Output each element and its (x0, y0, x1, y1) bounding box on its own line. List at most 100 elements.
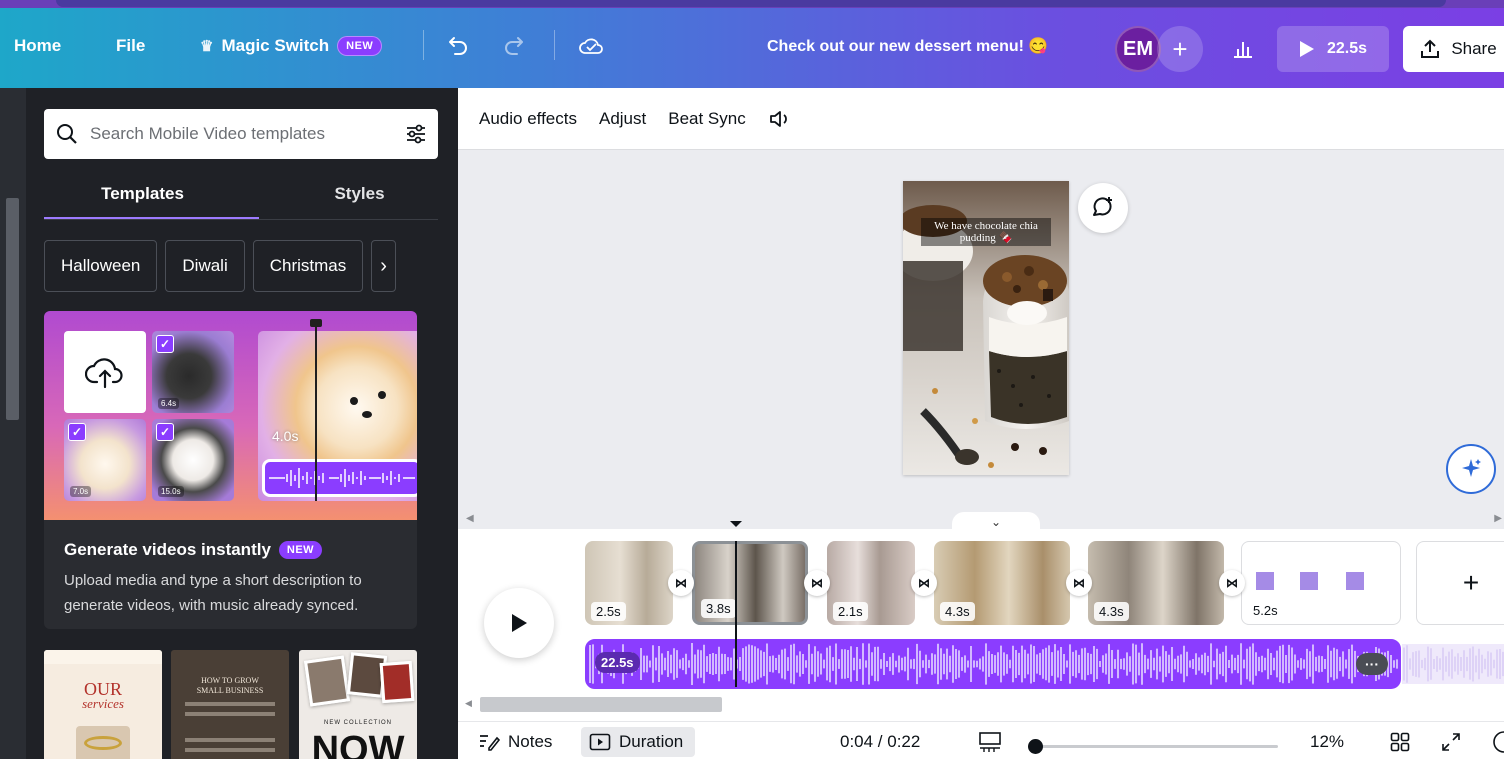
add-collaborator-button[interactable]: + (1157, 26, 1203, 72)
slide-caption[interactable]: We have chocolate chia pudding 🍫 (921, 218, 1051, 246)
audio-waveform (589, 643, 1398, 685)
timeline-clip-selected[interactable]: 3.8s (692, 541, 808, 625)
timeline-clip[interactable]: 4.3s (934, 541, 1070, 625)
fullscreen-icon[interactable] (1440, 727, 1462, 757)
sparkle-icon (1462, 459, 1481, 477)
category-chips: Halloween Diwali Christmas › (44, 240, 396, 292)
scroll-left-arrow[interactable]: ◀ (465, 698, 472, 709)
timeline-scrollbar-thumb[interactable] (480, 697, 722, 712)
clip-time: 6.4s (158, 398, 180, 409)
clip-duration: 5.2s (1248, 601, 1283, 620)
upload-tile (64, 331, 146, 413)
transition-icon[interactable]: ⋈ (1219, 570, 1245, 596)
transition-icon[interactable]: ⋈ (911, 570, 937, 596)
template-heading: HOW TO GROW (201, 676, 259, 685)
play-duration: 22.5s (1326, 40, 1368, 57)
zoom-slider-track[interactable] (1036, 745, 1278, 748)
home-button[interactable]: Home (14, 32, 61, 60)
duration-label: Duration (619, 732, 684, 751)
timeline-play-button[interactable] (484, 588, 554, 658)
zoom-level[interactable]: 12% (1310, 727, 1344, 757)
timeline-clip[interactable]: 2.1s (827, 541, 915, 625)
notes-button[interactable]: Notes (478, 727, 552, 757)
search-icon (57, 124, 77, 144)
search-box[interactable] (44, 109, 438, 159)
audio-track-tail (1402, 644, 1504, 684)
adjust-button[interactable]: Adjust (599, 109, 646, 129)
chip-halloween[interactable]: Halloween (44, 240, 158, 292)
magic-assistant-button[interactable] (1446, 444, 1496, 494)
chip-diwali[interactable]: Diwali (165, 240, 245, 292)
beat-sync-button[interactable]: Beat Sync (668, 109, 746, 129)
help-icon[interactable] (1488, 727, 1504, 757)
template-subheading: NOW (311, 729, 405, 759)
magic-switch-label: Magic Switch (221, 36, 330, 55)
timeline-clip[interactable]: 4.3s (1088, 541, 1224, 625)
more-options-icon[interactable]: ··· (1356, 653, 1388, 675)
promo-description: Upload media and type a short descriptio… (64, 572, 362, 614)
duration-button[interactable]: Duration (581, 727, 696, 757)
scroll-left-arrow[interactable]: ◀ (466, 513, 474, 524)
chevron-right-icon[interactable]: › (371, 240, 396, 292)
templates-panel: Templates Styles Halloween Diwali Christ… (26, 88, 458, 759)
playhead-marker[interactable] (730, 521, 742, 527)
search-input[interactable] (90, 124, 392, 144)
cloud-upload-icon (85, 358, 123, 389)
top-rim (0, 0, 1504, 8)
chip-christmas[interactable]: Christmas (252, 240, 364, 292)
page-view-icon[interactable] (978, 727, 1002, 757)
audio-duration: 22.5s (595, 652, 640, 673)
transition-icon[interactable]: ⋈ (1066, 570, 1092, 596)
cloud-saved-icon[interactable] (574, 30, 608, 62)
notes-label: Notes (508, 732, 553, 751)
play-presentation-button[interactable]: 22.5s (1277, 26, 1389, 72)
check-icon: ✓ (156, 423, 174, 441)
clip-duration: 4.3s (940, 602, 975, 621)
template-heading: NEW COLLECTION (323, 720, 392, 726)
magic-switch-button[interactable]: ♛ Magic Switch NEW (200, 32, 383, 60)
avatar[interactable]: EM (1115, 26, 1161, 72)
file-menu-button[interactable]: File (116, 32, 145, 60)
bulldog-photo: ✓ 15.0s (152, 419, 234, 501)
clip-duration: 3.8s (701, 599, 736, 618)
timeline-clip[interactable]: 5.2s (1241, 541, 1401, 625)
scroll-right-arrow[interactable]: ▶ (1494, 513, 1502, 524)
tabs-divider (44, 219, 438, 220)
clip-time: 15.0s (158, 486, 184, 497)
timeline-clip[interactable]: 2.5s (585, 541, 673, 625)
clip-time: 7.0s (70, 486, 92, 497)
add-comment-button[interactable] (1078, 183, 1128, 233)
share-label: Share (1451, 39, 1497, 58)
grid-view-icon[interactable] (1390, 727, 1410, 757)
audio-effects-button[interactable]: Audio effects (479, 109, 577, 129)
comment-plus-icon (1093, 197, 1112, 216)
redo-icon[interactable] (498, 30, 532, 62)
chevron-down-icon[interactable]: ⌄ (952, 512, 1040, 532)
playback-time: 0:04 / 0:22 (840, 732, 921, 751)
playhead[interactable] (735, 541, 737, 687)
template-thumbnail[interactable]: NEW COLLECTION NOW (299, 650, 417, 759)
document-title[interactable]: Check out our new dessert menu! 😋 (767, 32, 1048, 60)
template-thumbnail[interactable]: HOW TO GROW SMALL BUSINESS (171, 650, 289, 759)
crown-icon: ♛ (200, 38, 214, 55)
filter-icon[interactable] (404, 123, 428, 145)
zoom-slider-handle[interactable] (1028, 739, 1043, 754)
clip-duration: 4.3s (1094, 602, 1129, 621)
undo-icon[interactable] (440, 30, 474, 62)
tab-templates[interactable]: Templates (44, 178, 259, 220)
poodle-photo: ✓ 6.4s (152, 331, 234, 413)
insights-icon[interactable] (1226, 33, 1260, 65)
side-scrollbar-thumb[interactable] (6, 198, 19, 420)
audio-track[interactable] (585, 639, 1401, 689)
tab-styles[interactable]: Styles (241, 178, 438, 220)
generate-videos-card[interactable]: ✓ 6.4s ✓ 7.0s ✓ 15.0s 4.0s Generate vide… (44, 311, 417, 629)
play-box-icon (589, 733, 611, 751)
transition-icon[interactable]: ⋈ (668, 570, 694, 596)
share-button[interactable]: Share (1403, 26, 1504, 72)
side-scrollbar[interactable] (0, 88, 26, 759)
volume-icon[interactable] (768, 108, 792, 130)
transition-icon[interactable]: ⋈ (804, 570, 830, 596)
add-page-button[interactable]: + (1416, 541, 1504, 625)
video-slide[interactable]: We have chocolate chia pudding 🍫 (903, 181, 1069, 475)
template-thumbnail[interactable]: OUR services (44, 650, 162, 759)
